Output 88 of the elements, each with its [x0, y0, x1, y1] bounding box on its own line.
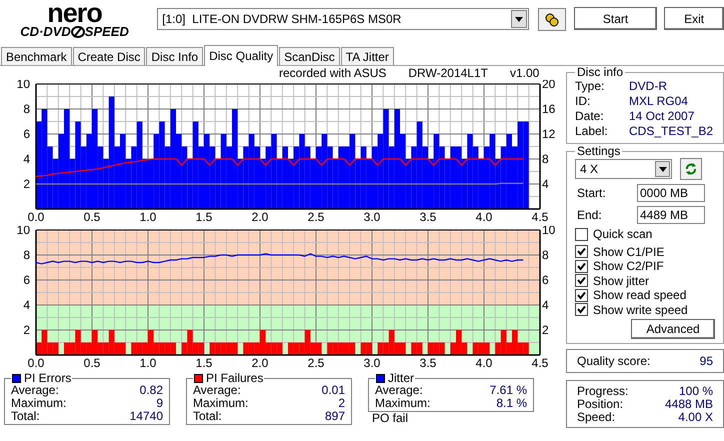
y-tick-label: 6 — [23, 127, 30, 141]
x-tick-label: 2.5 — [308, 356, 324, 368]
stat-label: Maximum: — [193, 397, 248, 410]
y-tick-label: 16 — [542, 102, 556, 116]
progress-label: Progress: — [577, 385, 628, 398]
x-tick-label: 1.5 — [196, 356, 212, 368]
x-tick-label: 4.0 — [476, 356, 492, 368]
progress-value: 4488 MB — [664, 398, 713, 411]
stat-label: Maximum: — [11, 397, 66, 410]
x-tick-label: 2.0 — [252, 210, 268, 222]
checkbox-label: Show C2/PIF — [593, 258, 664, 276]
checkbox-label: Show read speed — [593, 288, 686, 304]
y-tick-label: 4 — [23, 298, 30, 312]
x-tick-label: 3.0 — [364, 210, 380, 222]
y-tick-label: 12 — [542, 127, 556, 141]
info-label: Label: — [575, 124, 609, 139]
stat-label: Maximum: — [375, 397, 430, 410]
stat-label: PO fail — [371, 412, 410, 424]
stat-label: Total: — [193, 410, 222, 423]
x-tick-label: 3.0 — [364, 356, 380, 368]
logo-subtitle: SPEED — [84, 25, 129, 39]
x-tick-label: 0.5 — [84, 210, 100, 222]
x-tick-label: 3.5 — [420, 356, 436, 368]
stat-label: Average: — [375, 384, 423, 397]
y-tick-label: 6 — [542, 273, 549, 287]
progress-label: Position: — [577, 398, 624, 411]
x-tick-label: 0.5 — [84, 356, 100, 368]
recorder-info: v1.00 — [510, 66, 540, 80]
logo-wordmark: nero — [47, 1, 102, 25]
stat-label: Average: — [11, 384, 59, 397]
x-tick-label: 1.0 — [140, 356, 156, 368]
info-label: Type: — [575, 79, 606, 94]
y-tick-label: 8 — [542, 152, 549, 166]
info-value: 14 Oct 2007 — [629, 109, 694, 124]
info-value: CDS_TEST_B2 — [629, 124, 714, 139]
y-tick-label: 8 — [23, 248, 30, 262]
group-title: Settings — [576, 145, 622, 158]
y-tick-label: 6 — [23, 273, 30, 287]
progress-label: Speed: — [577, 411, 616, 424]
stat-value: 7.61 % — [490, 384, 527, 397]
x-tick-label: 0.0 — [28, 210, 44, 222]
y-tick-label: 2 — [23, 177, 30, 191]
x-tick-label: 2.0 — [252, 356, 268, 368]
y-tick-label: 2 — [542, 323, 549, 337]
y-tick-label: 4 — [542, 298, 549, 312]
info-value: MXL RG04 — [629, 94, 688, 109]
y-tick-label: 8 — [23, 102, 30, 116]
y-tick-label: 4 — [23, 152, 30, 166]
logo-subtitle: CD·DVD — [20, 25, 71, 39]
checkbox-label: Show jitter — [593, 272, 650, 290]
info-label: ID: — [575, 94, 592, 109]
score-value: 95 — [700, 353, 713, 370]
stat-value: 9 — [156, 397, 163, 410]
x-tick-label: 4.5 — [532, 356, 548, 368]
y-tick-label: 2 — [23, 323, 30, 337]
info-value: DVD-R — [629, 79, 667, 94]
group-title: Disc info — [576, 66, 624, 79]
stat-value: 2 — [338, 397, 345, 410]
stat-value: 8.1 % — [496, 397, 527, 410]
stat-value: 0.82 — [140, 384, 163, 397]
stat-label: Total: — [11, 410, 40, 423]
checkbox-label: Show C1/PIE — [593, 244, 664, 261]
y-tick-label: 4 — [542, 177, 549, 191]
group-title: PI Failures — [206, 372, 264, 384]
recorder-info: DRW-2014L1T — [408, 66, 488, 80]
stat-value: 897 — [324, 410, 345, 423]
y-tick-label: 8 — [542, 248, 549, 262]
field-label: Start: — [576, 185, 607, 202]
x-tick-label: 4.0 — [476, 210, 492, 222]
recorder-info: recorded with ASUS — [279, 66, 386, 80]
x-tick-label: 1.0 — [140, 210, 156, 222]
group-title: Jitter — [388, 372, 414, 384]
x-tick-label: 0.0 — [28, 356, 44, 368]
x-tick-label: 2.5 — [308, 210, 324, 222]
stat-value: 14740 — [130, 410, 163, 423]
stat-label: Average: — [193, 384, 241, 397]
x-tick-label: 1.5 — [196, 210, 212, 222]
score-label: Quality score: — [577, 353, 650, 370]
x-tick-label: 3.5 — [420, 210, 436, 222]
field-label: End: — [576, 207, 603, 224]
progress-value: 4.00 X — [678, 411, 713, 424]
progress-value: 100 % — [678, 385, 713, 398]
stat-value: 0.01 — [322, 384, 345, 397]
checkbox-label: Show write speed — [593, 302, 688, 319]
info-label: Date: — [575, 109, 605, 124]
x-tick-label: 4.5 — [532, 210, 548, 222]
checkbox-label: Quick scan — [593, 226, 652, 244]
group-title: PI Errors — [24, 372, 72, 384]
